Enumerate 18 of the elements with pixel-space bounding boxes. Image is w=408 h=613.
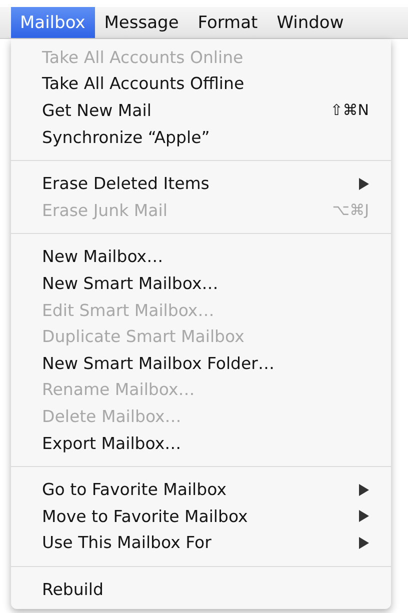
menu-bar-item[interactable]: Format	[188, 7, 268, 38]
menu-item[interactable]: New Mailbox…	[11, 244, 391, 270]
menu-bar-item[interactable]: Mailbox	[11, 7, 96, 38]
menu-item[interactable]: Use This Mailbox For	[11, 530, 391, 556]
menu-item[interactable]: Erase Deleted Items	[11, 170, 391, 197]
menu-item[interactable]: Move to Favorite Mailbox	[11, 502, 391, 530]
menu-item[interactable]: Get New Mail ⇧⌘N	[11, 97, 391, 124]
shortcut-label: ⇧⌘N	[330, 101, 369, 120]
menu-item[interactable]: New Smart Mailbox Folder…	[11, 350, 391, 377]
menu-item[interactable]: Synchronize “Apple”	[11, 124, 391, 150]
shortcut-label: ⌥⌘J	[332, 201, 369, 220]
menu-bar-item[interactable]: Window	[268, 7, 354, 38]
menu-item[interactable]: New Smart Mailbox…	[11, 270, 391, 297]
menu-bar-item[interactable]: Message	[95, 7, 189, 38]
menu-item[interactable]: Go to Favorite Mailbox	[11, 476, 391, 503]
menu-item[interactable]: Rebuild	[11, 576, 391, 603]
menu-item[interactable]: Export Mailbox…	[11, 430, 391, 456]
menu-item[interactable]: Take All Accounts Offline	[11, 70, 391, 98]
